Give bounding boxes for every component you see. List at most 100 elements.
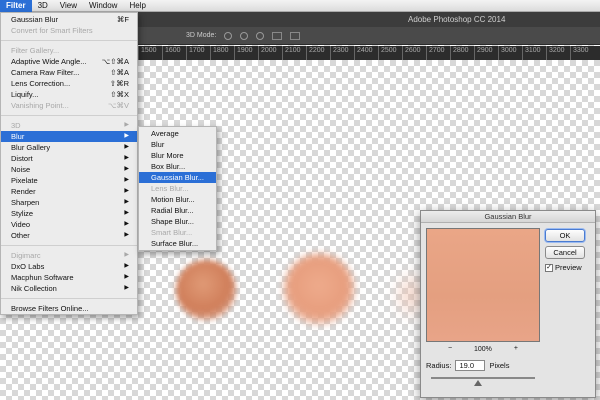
- submenu-arrow-icon: ▶: [124, 122, 129, 128]
- submenu-arrow-icon: ▶: [124, 252, 129, 258]
- gaussian-blur-dialog: Gaussian Blur OK Cancel ✓ Preview − 100%…: [420, 210, 596, 398]
- menu-item-label: Motion Blur...: [151, 195, 195, 204]
- menu-item-shortcut: ⌥⌘V: [107, 101, 129, 110]
- cancel-button[interactable]: Cancel: [545, 246, 585, 259]
- menu-item-browse-filters-online[interactable]: Browse Filters Online...: [1, 303, 137, 314]
- menu-item-blur[interactable]: Blur: [139, 139, 216, 150]
- menu-item-label: Liquify...: [11, 90, 39, 99]
- zoom-in-icon[interactable]: +: [514, 345, 518, 352]
- menu-item-adaptive-wide-angle[interactable]: Adaptive Wide Angle... ⌥⇧⌘A: [1, 56, 137, 67]
- menu-item-pixelate[interactable]: Pixelate ▶: [1, 175, 137, 186]
- ok-button[interactable]: OK: [545, 229, 585, 242]
- menu-item-radial-blur[interactable]: Radial Blur...: [139, 205, 216, 216]
- blurred-circle-dark: [176, 260, 236, 320]
- menu-item-motion-blur[interactable]: Motion Blur...: [139, 194, 216, 205]
- menu-3d[interactable]: 3D: [32, 0, 54, 12]
- menu-item-vanishing-point: Vanishing Point... ⌥⌘V: [1, 100, 137, 111]
- ruler-tick: 2300: [330, 46, 354, 60]
- ruler-tick: 3100: [522, 46, 546, 60]
- menu-item-camera-raw-filter[interactable]: Camera Raw Filter... ⇧⌘A: [1, 67, 137, 78]
- 3d-rotate-icon[interactable]: [224, 31, 233, 40]
- menu-item-shortcut: ⌥⇧⌘A: [101, 57, 129, 66]
- menu-item-label: Stylize: [11, 209, 34, 218]
- zoom-level: 100%: [474, 346, 492, 353]
- menu-item-shortcut: ⇧⌘R: [109, 79, 129, 88]
- menu-item-video[interactable]: Video ▶: [1, 219, 137, 230]
- menu-item-label: Blur Gallery: [11, 143, 51, 152]
- menu-item-other[interactable]: Other ▶: [1, 230, 137, 241]
- menu-item-label: Lens Blur...: [151, 184, 189, 193]
- radius-row: Radius: 19.0 Pixels: [426, 360, 509, 371]
- menu-item-stylize[interactable]: Stylize ▶: [1, 208, 137, 219]
- submenu-arrow-icon: ▶: [124, 199, 129, 205]
- menu-item-sharpen[interactable]: Sharpen ▶: [1, 197, 137, 208]
- radius-slider-track[interactable]: [431, 377, 535, 379]
- menu-separator: [1, 245, 137, 246]
- menu-item-blur-more[interactable]: Blur More: [139, 150, 216, 161]
- menu-item-liquify[interactable]: Liquify... ⇧⌘X: [1, 89, 137, 100]
- menu-item-nik-collection[interactable]: Nik Collection ▶: [1, 283, 137, 294]
- options-bar: 3D Mode:: [138, 27, 600, 45]
- zoom-controls: − 100% +: [426, 345, 540, 355]
- menu-item-label: Shape Blur...: [151, 217, 194, 226]
- menu-item-label: Box Blur...: [151, 162, 186, 171]
- menu-item-shape-blur[interactable]: Shape Blur...: [139, 216, 216, 227]
- submenu-arrow-icon: ▶: [124, 188, 129, 194]
- menu-item-gaussian-blur[interactable]: Gaussian Blur...: [139, 172, 216, 183]
- menu-item-label: Gaussian Blur: [11, 15, 59, 24]
- menu-view[interactable]: View: [54, 0, 83, 12]
- menu-item-surface-blur[interactable]: Surface Blur...: [139, 238, 216, 249]
- 3d-pan-icon[interactable]: [256, 31, 265, 40]
- ruler-tick: 2400: [354, 46, 378, 60]
- menu-item-render[interactable]: Render ▶: [1, 186, 137, 197]
- zoom-out-icon[interactable]: −: [448, 345, 452, 352]
- menu-bar: Filter 3D View Window Help: [0, 0, 600, 12]
- submenu-arrow-icon: ▶: [124, 274, 129, 280]
- menu-item-gaussian-blur[interactable]: Gaussian Blur ⌘F: [1, 14, 137, 25]
- menu-item-label: Adaptive Wide Angle...: [11, 57, 87, 66]
- menu-item-label: Camera Raw Filter...: [11, 68, 80, 77]
- menu-item-label: 3D: [11, 121, 21, 130]
- menu-item-lens-blur: Lens Blur...: [139, 183, 216, 194]
- menu-item-label: Radial Blur...: [151, 206, 194, 215]
- menu-item-macphun-software[interactable]: Macphun Software ▶: [1, 272, 137, 283]
- menu-item-distort[interactable]: Distort ▶: [1, 153, 137, 164]
- menu-item-shortcut: ⌘F: [116, 15, 129, 24]
- menu-item-dxo-labs[interactable]: DxO Labs ▶: [1, 261, 137, 272]
- blur-preview-pane[interactable]: [426, 228, 540, 342]
- preview-label: Preview: [555, 263, 582, 272]
- menu-item-average[interactable]: Average: [139, 128, 216, 139]
- menu-item-blur-gallery[interactable]: Blur Gallery ▶: [1, 142, 137, 153]
- radius-slider-handle[interactable]: [473, 380, 482, 386]
- menu-item-label: Distort: [11, 154, 33, 163]
- menu-item-digimarc: Digimarc ▶: [1, 250, 137, 261]
- ruler-tick: 2900: [474, 46, 498, 60]
- preview-checkbox[interactable]: ✓: [545, 263, 553, 272]
- menu-item-noise[interactable]: Noise ▶: [1, 164, 137, 175]
- menu-item-label: Blur More: [151, 151, 184, 160]
- ruler-tick: 2800: [450, 46, 474, 60]
- menu-help[interactable]: Help: [123, 0, 151, 12]
- preview-toggle[interactable]: ✓ Preview: [545, 263, 582, 272]
- menu-separator: [1, 115, 137, 116]
- ruler-tick: 1600: [162, 46, 186, 60]
- radius-input[interactable]: 19.0: [455, 360, 486, 371]
- submenu-arrow-icon: ▶: [124, 155, 129, 161]
- menu-item-box-blur[interactable]: Box Blur...: [139, 161, 216, 172]
- menu-item-filter-gallery: Filter Gallery...: [1, 45, 137, 56]
- menu-separator: [1, 40, 137, 41]
- menu-item-label: Convert for Smart Filters: [11, 26, 93, 35]
- 3d-scale-icon[interactable]: [290, 31, 301, 40]
- app-title: Adobe Photoshop CC 2014: [408, 15, 506, 24]
- menu-item-lens-correction[interactable]: Lens Correction... ⇧⌘R: [1, 78, 137, 89]
- menu-filter[interactable]: Filter: [0, 0, 32, 12]
- 3d-roll-icon[interactable]: [240, 31, 249, 40]
- menu-window[interactable]: Window: [83, 0, 123, 12]
- menu-item-blur[interactable]: Blur ▶: [1, 131, 137, 142]
- menu-item-smart-blur: Smart Blur...: [139, 227, 216, 238]
- radius-unit: Pixels: [489, 361, 510, 370]
- ruler-tick: 1900: [234, 46, 258, 60]
- menu-item-shortcut: ⇧⌘A: [110, 68, 129, 77]
- menu-item-label: Digimarc: [11, 251, 41, 260]
- 3d-slide-icon[interactable]: [272, 31, 283, 40]
